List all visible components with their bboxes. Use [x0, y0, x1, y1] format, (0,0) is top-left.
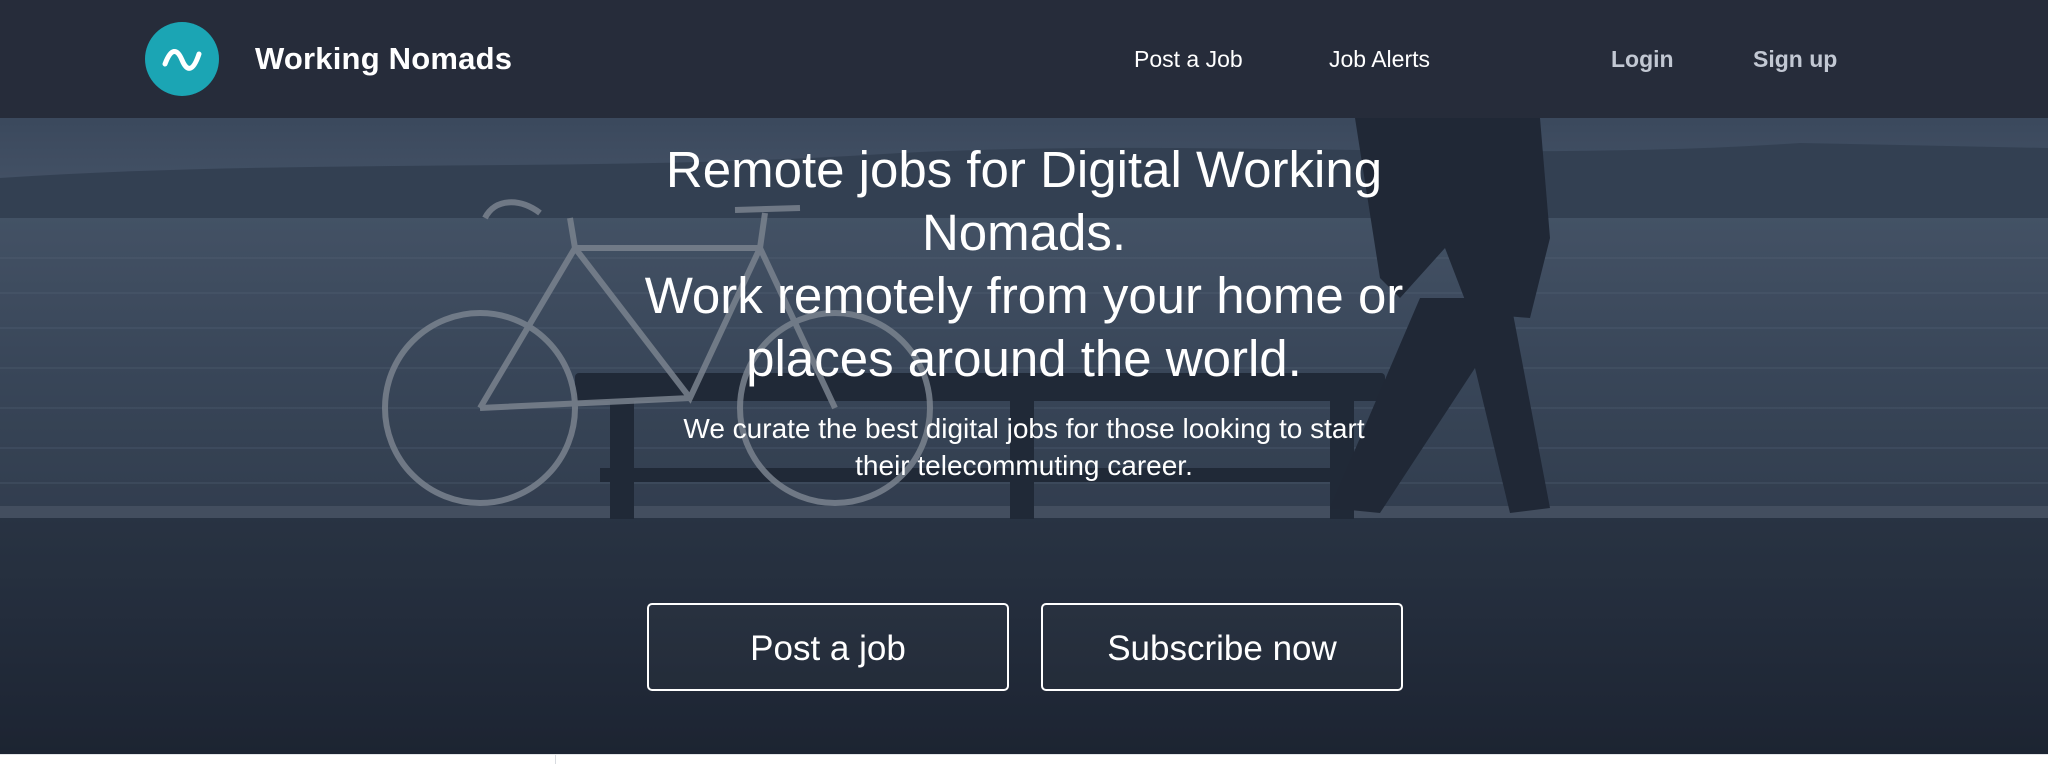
wave-icon — [145, 22, 219, 96]
top-navbar: Working Nomads Post a Job Job Alerts Log… — [0, 0, 2048, 118]
nav-job-alerts-link[interactable]: Job Alerts — [1329, 38, 1430, 80]
subscribe-now-button[interactable]: Subscribe now — [1041, 603, 1403, 691]
hero-title: Remote jobs for Digital Working Nomads. … — [574, 138, 1474, 390]
hero-title-line-2: Nomads. — [921, 204, 1127, 261]
nav-post-job-link[interactable]: Post a Job — [1134, 38, 1243, 80]
post-job-button[interactable]: Post a job — [647, 603, 1009, 691]
hero-title-line-4: places around the world. — [746, 330, 1302, 387]
brand-name: Working Nomads — [255, 41, 513, 76]
hero-subtitle-line-1: We curate the best digital jobs for thos… — [683, 413, 1365, 444]
content-area-top — [0, 754, 2048, 764]
nav-login-link[interactable]: Login — [1611, 38, 1674, 80]
brand-logo-link[interactable]: Working Nomads — [145, 22, 512, 96]
nav-signup-link[interactable]: Sign up — [1753, 38, 1837, 80]
hero-subtitle-line-2: their telecommuting career. — [855, 450, 1193, 481]
hero-title-line-3: Work remotely from your home or — [644, 267, 1404, 324]
hero-title-line-1: Remote jobs for Digital Working — [665, 141, 1383, 198]
hero-section: Remote jobs for Digital Working Nomads. … — [0, 118, 2048, 754]
hero-subtitle: We curate the best digital jobs for thos… — [574, 410, 1474, 484]
